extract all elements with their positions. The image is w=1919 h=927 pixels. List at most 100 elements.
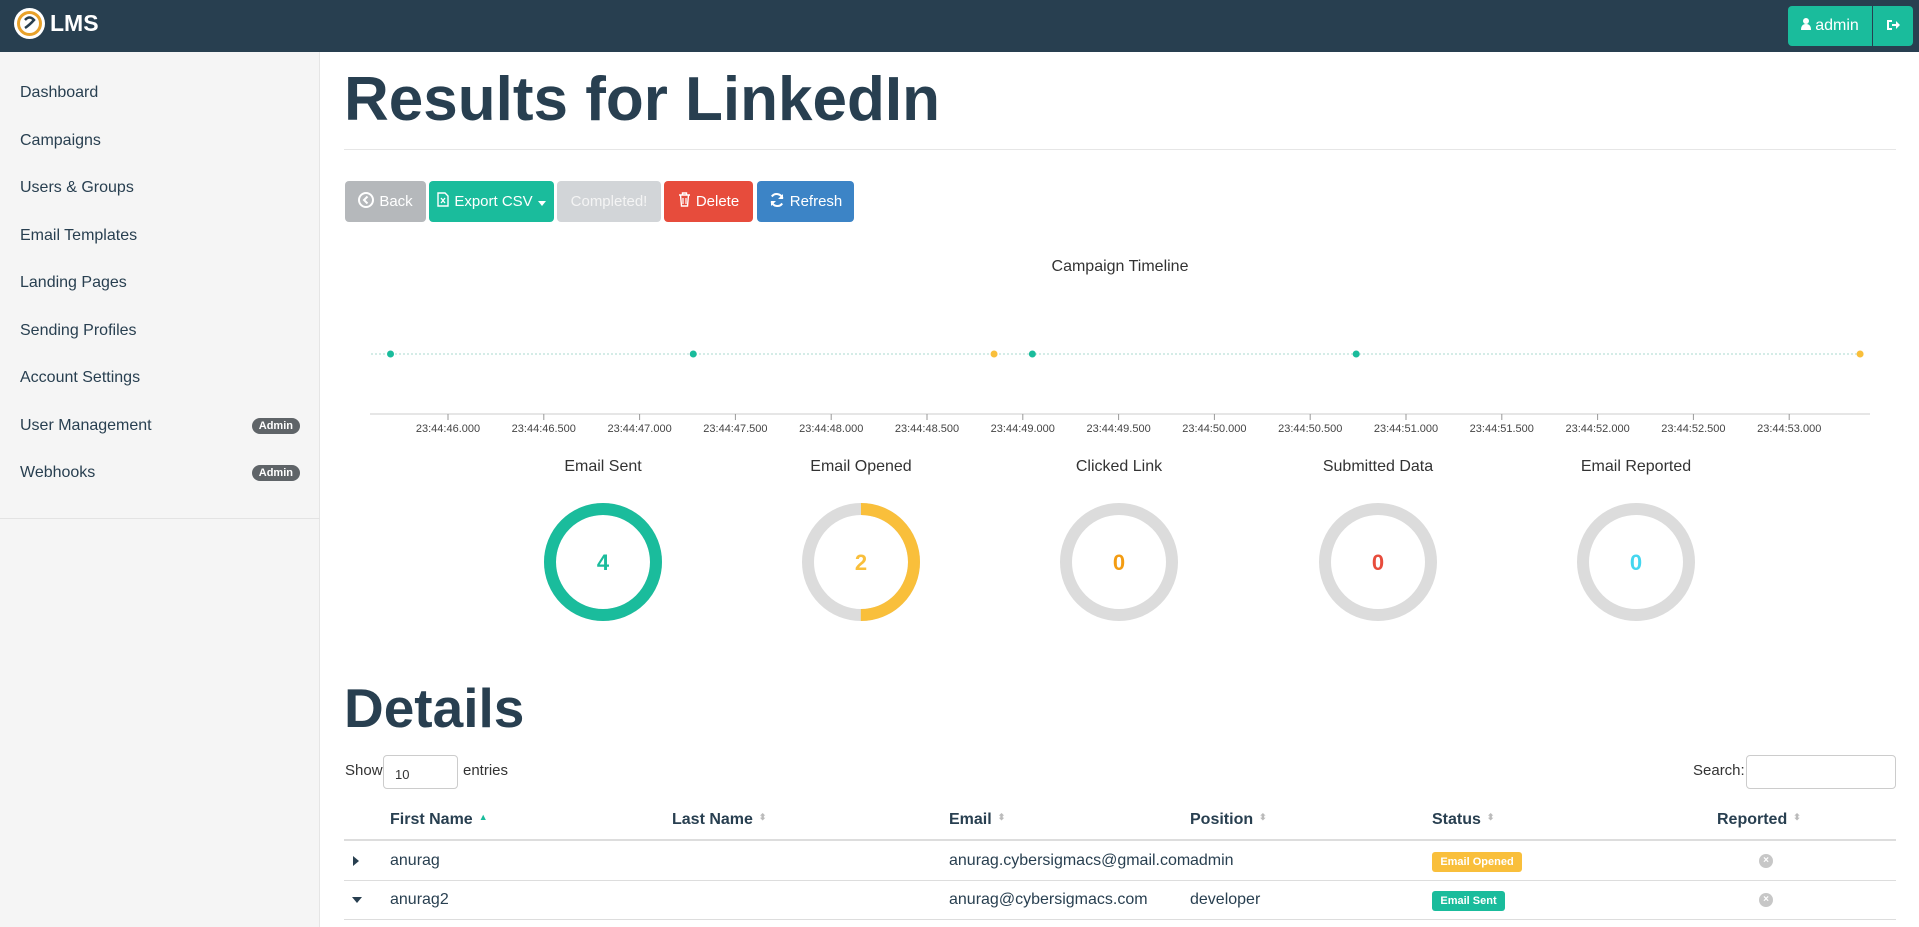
sort-icon: ⬍ bbox=[1259, 812, 1267, 822]
trash-icon bbox=[678, 192, 691, 211]
sidebar-item-label: Email Templates bbox=[20, 227, 138, 244]
export-label: Export CSV bbox=[454, 193, 533, 210]
timeline-title: Campaign Timeline bbox=[1051, 258, 1189, 275]
export-csv-button[interactable]: Export CSV bbox=[429, 181, 554, 222]
page-title: Results for LinkedIn bbox=[344, 65, 940, 134]
timeline-tick-label: 23:44:46.000 bbox=[416, 423, 480, 435]
sidebar-item-webhooks[interactable]: Webhooks Admin bbox=[20, 455, 300, 491]
sidebar-item-users-groups[interactable]: Users & Groups bbox=[20, 170, 300, 206]
column-header-status[interactable]: Status ⬍ bbox=[1432, 811, 1494, 829]
timeline-tick-label: 23:44:52.000 bbox=[1565, 423, 1629, 435]
sidebar: Dashboard Campaigns Users & Groups Email… bbox=[0, 52, 320, 927]
timeline-tick-label: 23:44:47.500 bbox=[703, 423, 767, 435]
column-label: Status bbox=[1432, 811, 1481, 828]
refresh-button[interactable]: Refresh bbox=[757, 181, 854, 222]
sidebar-item-label: Sending Profiles bbox=[20, 322, 137, 339]
brand[interactable]: LMS bbox=[14, 8, 99, 39]
stat-donut-chart: 0 bbox=[1319, 503, 1437, 621]
title-divider bbox=[344, 149, 1896, 150]
timeline-event-point[interactable] bbox=[1028, 350, 1036, 358]
column-header-last-name[interactable]: Last Name ⬍ bbox=[672, 811, 766, 829]
admin-badge: Admin bbox=[251, 418, 300, 434]
sidebar-item-label: Users & Groups bbox=[20, 179, 134, 196]
sort-icon: ⬍ bbox=[758, 812, 767, 822]
status-badge: Email Sent bbox=[1432, 891, 1505, 911]
delete-button[interactable]: Delete bbox=[664, 181, 753, 222]
back-label: Back bbox=[379, 193, 413, 210]
sort-icon: ⬍ bbox=[1793, 812, 1801, 822]
sidebar-divider bbox=[0, 518, 320, 519]
email-cell: anurag.cybersigmacs@gmail.com bbox=[949, 852, 1191, 869]
stat-donut-chart: 0 bbox=[1060, 503, 1178, 621]
sidebar-item-campaigns[interactable]: Campaigns bbox=[20, 123, 300, 159]
brand-name: LMS bbox=[50, 10, 99, 36]
sidebar-item-account-settings[interactable]: Account Settings bbox=[20, 360, 300, 396]
sidebar-item-dashboard[interactable]: Dashboard bbox=[20, 75, 300, 111]
page-size-select[interactable]: 10 bbox=[383, 755, 458, 789]
delete-label: Delete bbox=[695, 193, 740, 210]
column-header-email[interactable]: Email ⬍ bbox=[949, 811, 1005, 829]
timeline-event-point[interactable] bbox=[990, 350, 998, 358]
timeline-event-point[interactable] bbox=[1352, 350, 1360, 358]
logout-button[interactable] bbox=[1873, 6, 1913, 46]
sidebar-item-email-templates[interactable]: Email Templates bbox=[20, 218, 300, 254]
arrow-circle-left-icon bbox=[358, 191, 375, 212]
column-header-first-name[interactable]: First Name ▲ bbox=[390, 811, 488, 829]
top-navbar: LMS admin bbox=[0, 0, 1919, 52]
sidebar-item-user-management[interactable]: User Management Admin bbox=[20, 408, 300, 444]
sidebar-item-label: Account Settings bbox=[20, 369, 141, 386]
sidebar-item-label: Landing Pages bbox=[20, 274, 127, 291]
timeline-tick-label: 23:44:50.000 bbox=[1182, 423, 1246, 435]
back-button[interactable]: Back bbox=[345, 181, 426, 222]
details-heading: Details bbox=[344, 677, 525, 739]
stat-value: 0 bbox=[1630, 550, 1642, 575]
column-label: First Name bbox=[390, 811, 473, 828]
timeline-tick-label: 23:44:48.000 bbox=[799, 423, 863, 435]
position-cell: developer bbox=[1190, 891, 1261, 908]
timeline-tick-label: 23:44:52.500 bbox=[1661, 423, 1725, 435]
stat-donut-chart: 2 bbox=[802, 503, 920, 621]
stat-donut-chart: 0 bbox=[1577, 503, 1695, 621]
show-label: Show bbox=[345, 762, 383, 779]
user-icon bbox=[1801, 17, 1812, 35]
table-header-divider bbox=[344, 839, 1896, 841]
email-cell: anurag@cybersigmacs.com bbox=[949, 891, 1148, 908]
stat-label: Email Sent bbox=[564, 458, 642, 475]
expand-caret-icon[interactable] bbox=[353, 856, 359, 866]
column-header-reported[interactable]: Reported ⬍ bbox=[1717, 811, 1801, 829]
stat-value: 2 bbox=[855, 550, 867, 575]
timeline-event-point[interactable] bbox=[387, 350, 395, 358]
sidebar-item-sending-profiles[interactable]: Sending Profiles bbox=[20, 313, 300, 349]
timeline-tick-label: 23:44:51.500 bbox=[1470, 423, 1534, 435]
position-cell: admin bbox=[1190, 852, 1234, 869]
timeline-event-point[interactable] bbox=[689, 350, 697, 358]
timeline-tick-label: 23:44:46.500 bbox=[512, 423, 576, 435]
refresh-icon bbox=[769, 192, 785, 212]
not-reported-icon: × bbox=[1759, 854, 1773, 868]
search-label: Search: bbox=[1693, 762, 1745, 779]
user-menu-button[interactable]: admin bbox=[1788, 6, 1872, 46]
sidebar-item-label: Campaigns bbox=[20, 132, 101, 149]
timeline-tick-label: 23:44:53.000 bbox=[1757, 423, 1821, 435]
sidebar-item-label: User Management bbox=[20, 417, 152, 434]
column-header-position[interactable]: Position ⬍ bbox=[1190, 811, 1267, 829]
timeline-tick-label: 23:44:49.500 bbox=[1086, 423, 1150, 435]
search-input[interactable] bbox=[1746, 755, 1896, 789]
stat-donut-chart: 4 bbox=[544, 503, 662, 621]
sidebar-item-landing-pages[interactable]: Landing Pages bbox=[20, 265, 300, 301]
stat-label: Clicked Link bbox=[1075, 458, 1163, 475]
file-excel-icon bbox=[437, 192, 450, 211]
stat-label: Submitted Data bbox=[1322, 458, 1434, 475]
column-label: Reported bbox=[1717, 811, 1788, 828]
stat-label: Email Reported bbox=[1580, 458, 1692, 475]
not-reported-icon: × bbox=[1759, 893, 1773, 907]
sort-asc-icon: ▲ bbox=[478, 812, 488, 822]
completed-button[interactable]: Completed! bbox=[557, 181, 661, 222]
stat-value: 0 bbox=[1113, 550, 1125, 575]
collapse-caret-icon[interactable] bbox=[352, 897, 362, 903]
logout-icon bbox=[1886, 18, 1900, 34]
column-label: Position bbox=[1190, 811, 1254, 828]
timeline-event-point[interactable] bbox=[1856, 350, 1864, 358]
timeline-tick-label: 23:44:51.000 bbox=[1374, 423, 1438, 435]
timeline-tick-label: 23:44:50.500 bbox=[1278, 423, 1342, 435]
